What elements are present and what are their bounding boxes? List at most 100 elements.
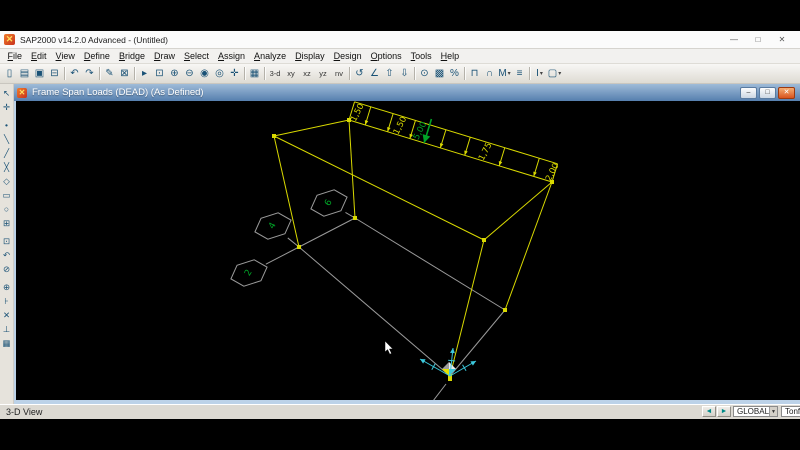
chevron-down-icon: ▼ — [769, 407, 777, 416]
draw-solid-button[interactable]: ⊞ — [1, 216, 13, 230]
menu-display[interactable]: Display — [291, 51, 330, 61]
display-subwindow: ✕ Frame Span Loads (DEAD) (As Defined) –… — [14, 84, 800, 404]
menu-assign[interactable]: Assign — [214, 51, 250, 61]
subwindow-title: Frame Span Loads (DEAD) (As Defined) — [32, 87, 204, 98]
snap-perpendicular-button[interactable]: ⊥ — [1, 322, 13, 336]
model-viewport[interactable]: 2461,501,501,752,005,00 — [16, 101, 800, 400]
snap-to-grid-button[interactable]: ▦ — [1, 336, 13, 350]
units-combo[interactable]: Tonf, m, C — [781, 406, 800, 417]
menu-analyze[interactable]: Analyze — [250, 51, 291, 61]
rubber-band-zoom-button[interactable]: ⊡ — [152, 66, 167, 82]
menu-options[interactable]: Options — [366, 51, 406, 61]
menu-help[interactable]: Help — [436, 51, 464, 61]
show-values-button[interactable]: % — [447, 66, 462, 82]
select-all-button[interactable]: ⊡ — [1, 234, 13, 248]
rotate-3d-view-button[interactable]: ↺ — [352, 66, 367, 82]
coordinate-system-combo[interactable]: GLOBAL ▼ — [733, 406, 778, 417]
svg-text:2: 2 — [243, 268, 255, 278]
start-animation-next-button[interactable]: ► — [717, 406, 731, 417]
refresh-view-button[interactable]: ✎ — [102, 66, 117, 82]
draw-frame-button[interactable]: ╲ — [1, 132, 13, 146]
i-section-list-button[interactable]: I▾ — [532, 66, 547, 82]
status-bar: 3-D View ◄ ► GLOBAL ▼ Tonf, m, C — [0, 404, 800, 419]
quick-draw-area-button[interactable]: ▭ — [1, 188, 13, 202]
object-shrink-toggle-button[interactable]: ⊙ — [417, 66, 432, 82]
svg-text:2,00: 2,00 — [544, 162, 562, 183]
subwindow-restore-button[interactable]: □ — [759, 87, 776, 99]
menu-draw[interactable]: Draw — [149, 51, 179, 61]
svg-text:4: 4 — [267, 221, 279, 231]
set-display-options-button[interactable]: ▩ — [432, 66, 447, 82]
draw-area-button[interactable]: ◇ — [1, 174, 13, 188]
snap-to-intersections-button[interactable]: ✕ — [1, 308, 13, 322]
menu-select[interactable]: Select — [179, 51, 213, 61]
minimize-button[interactable]: — — [722, 33, 746, 47]
area-section-button[interactable]: ∩ — [482, 66, 497, 82]
menu-define[interactable]: Define — [79, 51, 114, 61]
snap-to-joints-button[interactable]: ⊕ — [1, 280, 13, 294]
lock-model-button[interactable]: ⊠ — [117, 66, 132, 82]
zoom-previous-button[interactable]: ◎ — [212, 66, 227, 82]
view-yz-button[interactable]: yz — [315, 66, 331, 82]
view-nv-button[interactable]: nv — [331, 66, 347, 82]
redo-button[interactable]: ↷ — [82, 66, 97, 82]
subwindow-minimize-button[interactable]: – — [740, 87, 757, 99]
move-down-in-list-button[interactable]: ⇩ — [397, 66, 412, 82]
zoom-out-button[interactable]: ⊖ — [182, 66, 197, 82]
maximize-button[interactable]: □ — [746, 33, 770, 47]
menu-bar: FileEditViewDefineBridgeDrawSelectAssign… — [0, 49, 800, 64]
toolbar-separator — [244, 67, 245, 80]
section-designer-button[interactable]: ▢▾ — [547, 66, 562, 82]
menu-view[interactable]: View — [51, 51, 79, 61]
frame-section-button[interactable]: ⊓ — [467, 66, 482, 82]
new-model-button[interactable]: ▯ — [2, 66, 17, 82]
reshape-object-button[interactable]: ✛ — [1, 100, 13, 114]
draw-special-joint-button[interactable]: • — [1, 118, 13, 132]
chevron-down-icon: ▾ — [508, 71, 511, 77]
end-releases-button[interactable]: ≡ — [512, 66, 527, 82]
get-previous-selection-button[interactable]: ↶ — [1, 248, 13, 262]
close-button[interactable]: ✕ — [770, 33, 794, 47]
svg-text:6: 6 — [323, 198, 335, 208]
clear-selection-button[interactable]: ⊘ — [1, 262, 13, 276]
start-animation-prev-button[interactable]: ◄ — [702, 406, 716, 417]
zoom-in-button[interactable]: ⊕ — [167, 66, 182, 82]
draw-poly-area-button[interactable]: ○ — [1, 202, 13, 216]
view-xy-button[interactable]: xy — [283, 66, 299, 82]
menu-edit[interactable]: Edit — [27, 51, 52, 61]
undo-button[interactable]: ↶ — [67, 66, 82, 82]
moment-diagram-button[interactable]: M▾ — [497, 66, 512, 82]
run-analysis-button[interactable]: ▸ — [137, 66, 152, 82]
subwindow-close-button[interactable]: ✕ — [778, 87, 795, 99]
structural-model-scene: 2461,501,501,752,005,00 — [16, 101, 800, 400]
toolbar-separator — [264, 67, 265, 80]
menu-tools[interactable]: Tools — [406, 51, 436, 61]
chevron-down-icon: ▾ — [558, 71, 561, 77]
window-title: SAP2000 v14.2.0 Advanced - (Untitled) — [20, 35, 168, 45]
snap-to-midpoints-button[interactable]: ⊦ — [1, 294, 13, 308]
quick-draw-braces-button[interactable]: ╳ — [1, 160, 13, 174]
subwindow-titlebar: ✕ Frame Span Loads (DEAD) (As Defined) –… — [14, 84, 800, 101]
zoom-full-button[interactable]: ◉ — [197, 66, 212, 82]
sap2000-window: ✕ SAP2000 v14.2.0 Advanced - (Untitled) … — [0, 31, 800, 415]
subwindow-controls: – □ ✕ — [740, 87, 797, 99]
select-pointer-button[interactable]: ↖ — [1, 86, 13, 100]
svg-text:1,75: 1,75 — [477, 141, 495, 162]
svg-text:1,50: 1,50 — [392, 115, 410, 136]
perspective-toggle-button[interactable]: ∠ — [367, 66, 382, 82]
chevron-down-icon: ▾ — [540, 71, 543, 77]
menu-bridge[interactable]: Bridge — [114, 51, 149, 61]
open-file-button[interactable]: ▤ — [17, 66, 32, 82]
save-model-button[interactable]: ▣ — [32, 66, 47, 82]
snapshot-button[interactable]: ▦ — [247, 66, 262, 82]
print-button[interactable]: ⊟ — [47, 66, 62, 82]
menu-design[interactable]: Design — [329, 51, 366, 61]
toolbar-separator — [464, 67, 465, 80]
pan-button[interactable]: ✛ — [227, 66, 242, 82]
menu-file[interactable]: File — [3, 51, 27, 61]
view-3d-button[interactable]: 3-d — [267, 66, 283, 82]
move-up-in-list-button[interactable]: ⇧ — [382, 66, 397, 82]
quick-draw-frame-button[interactable]: ╱ — [1, 146, 13, 160]
view-status-label: 3-D View — [6, 407, 42, 417]
view-xz-button[interactable]: xz — [299, 66, 315, 82]
